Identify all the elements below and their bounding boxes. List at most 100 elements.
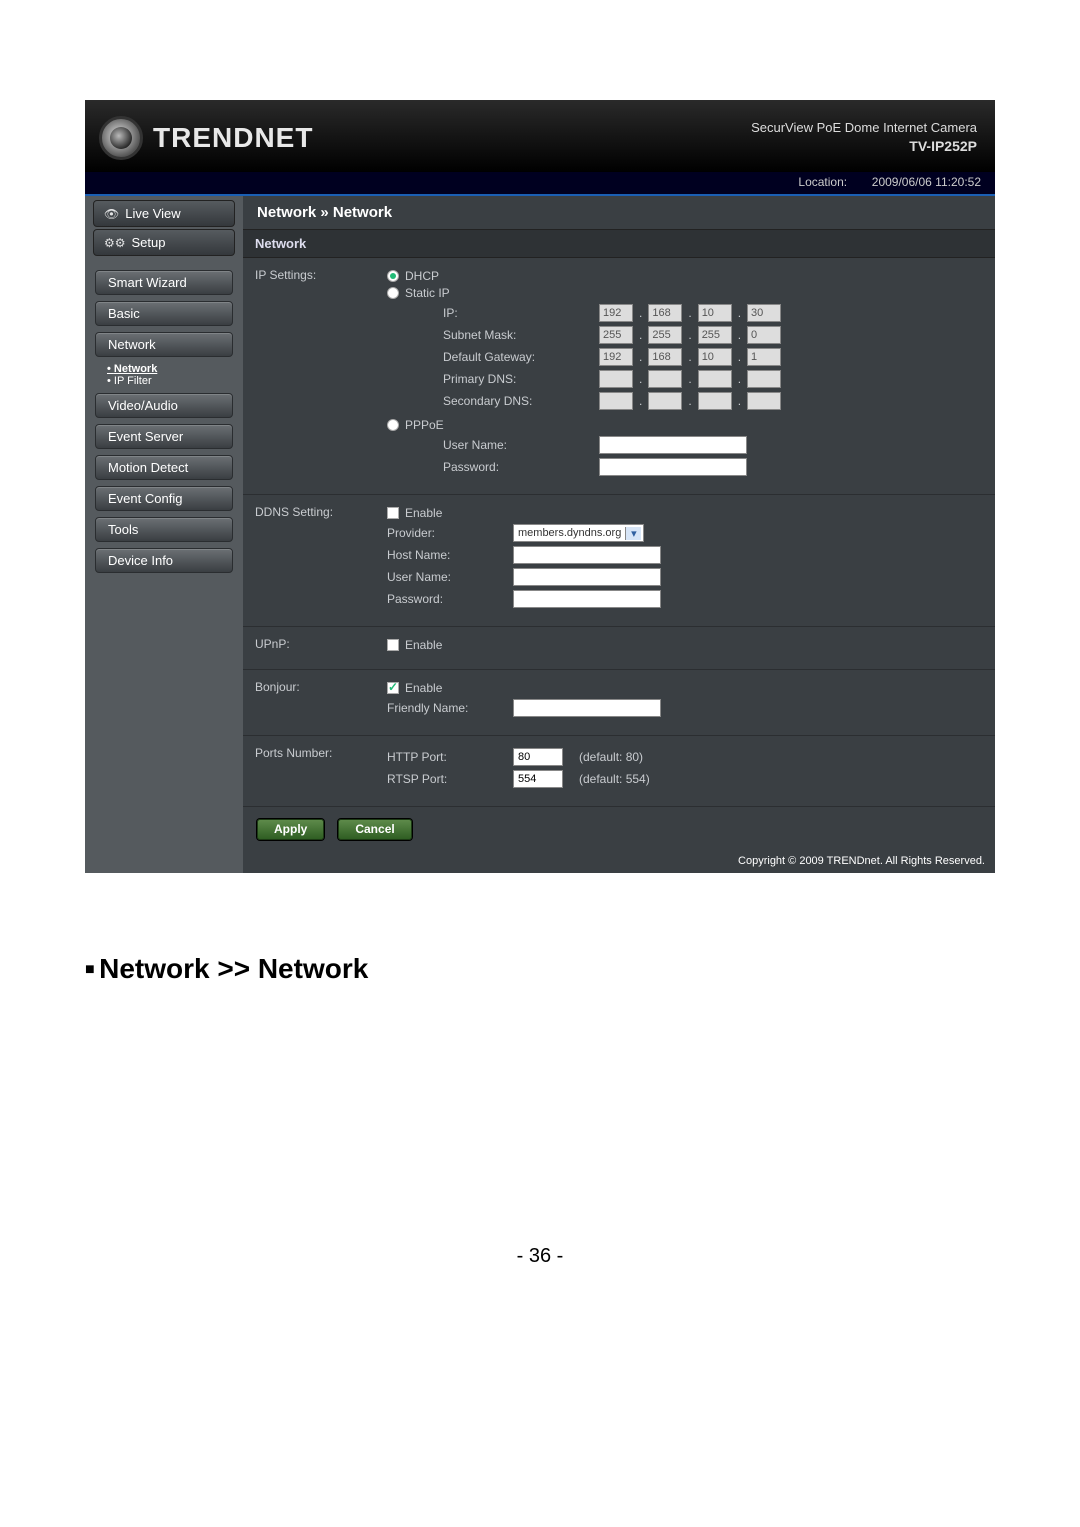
- gateway-octet-2[interactable]: [648, 348, 682, 366]
- bonjour-label: Bonjour:: [243, 670, 383, 735]
- sdns-octet-2[interactable]: [648, 392, 682, 410]
- radio-pppoe-label: PPPoE: [405, 418, 444, 432]
- sidebar-item-motion-detect[interactable]: Motion Detect: [95, 455, 233, 480]
- gateway-octet-3[interactable]: [698, 348, 732, 366]
- product-title: SecurView PoE Dome Internet Camera TV-IP…: [751, 120, 977, 155]
- bonjour-friendly-label: Friendly Name:: [387, 701, 507, 715]
- ddns-user-label: User Name:: [387, 570, 507, 584]
- setup-label: Setup: [132, 235, 166, 250]
- header: TRENDNET SecurView PoE Dome Internet Cam…: [85, 100, 995, 172]
- rtsp-port-label: RTSP Port:: [387, 772, 507, 786]
- apply-button[interactable]: Apply: [257, 819, 324, 840]
- setup-tab[interactable]: ⚙⚙ Setup: [93, 229, 235, 256]
- pppoe-pass-input[interactable]: [599, 458, 747, 476]
- footer-buttons: Apply Cancel: [243, 807, 995, 852]
- chevron-down-icon: ▾: [625, 527, 641, 540]
- sublink-ip-filter[interactable]: IP Filter: [107, 375, 233, 387]
- ddns-enable-checkbox[interactable]: [387, 507, 399, 519]
- brand-text: TRENDNET: [153, 122, 313, 154]
- network-sublinks: Network IP Filter: [107, 363, 233, 387]
- product-model: TV-IP252P: [751, 137, 977, 155]
- sdns-octet-1[interactable]: [599, 392, 633, 410]
- panel-ddns: DDNS Setting: Enable Provider: members.d…: [243, 495, 995, 627]
- copyright: Copyright © 2009 TRENDnet. All Rights Re…: [243, 852, 995, 873]
- ddns-host-input[interactable]: [513, 546, 661, 564]
- radio-static-ip[interactable]: [387, 287, 399, 299]
- sdns-octet-3[interactable]: [698, 392, 732, 410]
- ip-octet-4[interactable]: [747, 304, 781, 322]
- doc-heading: Network >> Network: [85, 953, 995, 985]
- ddns-user-input[interactable]: [513, 568, 661, 586]
- panel-ip-settings: IP Settings: DHCP Static IP IP:: [243, 258, 995, 495]
- app-frame: TRENDNET SecurView PoE Dome Internet Cam…: [85, 100, 995, 873]
- pdns-octet-3[interactable]: [698, 370, 732, 388]
- live-view-icon: 👁: [104, 207, 119, 221]
- rtsp-port-input[interactable]: [513, 770, 563, 788]
- subnet-octet-4[interactable]: [747, 326, 781, 344]
- subnet-octet-3[interactable]: [698, 326, 732, 344]
- bonjour-friendly-input[interactable]: [513, 699, 661, 717]
- ip-octet-3[interactable]: [698, 304, 732, 322]
- upnp-enable-checkbox[interactable]: [387, 639, 399, 651]
- sidebar-item-network[interactable]: Network: [95, 332, 233, 357]
- radio-static-label: Static IP: [405, 286, 450, 300]
- bonjour-enable-checkbox[interactable]: [387, 682, 399, 694]
- location-bar: Location: 2009/06/06 11:20:52: [85, 172, 995, 196]
- pppoe-user-label: User Name:: [443, 438, 593, 452]
- live-view-tab[interactable]: 👁 Live View: [93, 200, 235, 227]
- http-port-default: (default: 80): [579, 750, 643, 764]
- product-line: SecurView PoE Dome Internet Camera: [751, 120, 977, 137]
- pdns-octet-2[interactable]: [648, 370, 682, 388]
- bonjour-enable-label: Enable: [405, 681, 442, 695]
- ddns-enable-label: Enable: [405, 506, 442, 520]
- radio-dhcp[interactable]: [387, 270, 399, 282]
- subnet-octet-2[interactable]: [648, 326, 682, 344]
- section-title-network: Network: [243, 229, 995, 258]
- radio-dhcp-label: DHCP: [405, 269, 439, 283]
- sdns-octet-4[interactable]: [747, 392, 781, 410]
- upnp-enable-label: Enable: [405, 638, 442, 652]
- ddns-provider-select[interactable]: members.dyndns.org ▾: [513, 524, 644, 542]
- ddns-pass-label: Password:: [387, 592, 507, 606]
- sidebar-item-basic[interactable]: Basic: [95, 301, 233, 326]
- ddns-pass-input[interactable]: [513, 590, 661, 608]
- gateway-label: Default Gateway:: [443, 350, 593, 364]
- subnet-octet-1[interactable]: [599, 326, 633, 344]
- sublink-network[interactable]: Network: [107, 363, 233, 375]
- sidebar-item-smart-wizard[interactable]: Smart Wizard: [95, 270, 233, 295]
- logo-mark-icon: [99, 116, 143, 160]
- pppoe-user-input[interactable]: [599, 436, 747, 454]
- sidebar-item-event-server[interactable]: Event Server: [95, 424, 233, 449]
- location-datetime: 2009/06/06 11:20:52: [872, 175, 981, 189]
- upnp-label: UPnP:: [243, 627, 383, 669]
- ip-label: IP:: [443, 306, 593, 320]
- sidebar-item-device-info[interactable]: Device Info: [95, 548, 233, 573]
- pppoe-pass-label: Password:: [443, 460, 593, 474]
- pdns-label: Primary DNS:: [443, 372, 593, 386]
- gateway-octet-4[interactable]: [747, 348, 781, 366]
- pdns-octet-1[interactable]: [599, 370, 633, 388]
- pdns-octet-4[interactable]: [747, 370, 781, 388]
- sidebar-item-tools[interactable]: Tools: [95, 517, 233, 542]
- ports-label: Ports Number:: [243, 736, 383, 806]
- setup-gears-icon: ⚙⚙: [104, 236, 126, 250]
- cancel-button[interactable]: Cancel: [338, 819, 411, 840]
- ip-octet-2[interactable]: [648, 304, 682, 322]
- breadcrumb: Network » Network: [243, 196, 995, 229]
- ip-octet-1[interactable]: [599, 304, 633, 322]
- ddns-label: DDNS Setting:: [243, 495, 383, 626]
- main-content: Network » Network Network IP Settings: D…: [243, 196, 995, 873]
- sidebar: 👁 Live View ⚙⚙ Setup Smart Wizard Basic …: [85, 196, 243, 873]
- ddns-provider-value: members.dyndns.org: [518, 527, 621, 539]
- live-view-label: Live View: [125, 206, 180, 221]
- gateway-octet-1[interactable]: [599, 348, 633, 366]
- brand-logo: TRENDNET: [99, 116, 313, 160]
- radio-pppoe[interactable]: [387, 419, 399, 431]
- sidebar-item-video-audio[interactable]: Video/Audio: [95, 393, 233, 418]
- page-number: - 36 -: [85, 1245, 995, 1268]
- rtsp-port-default: (default: 554): [579, 772, 650, 786]
- http-port-input[interactable]: [513, 748, 563, 766]
- http-port-label: HTTP Port:: [387, 750, 507, 764]
- sidebar-item-event-config[interactable]: Event Config: [95, 486, 233, 511]
- ddns-host-label: Host Name:: [387, 548, 507, 562]
